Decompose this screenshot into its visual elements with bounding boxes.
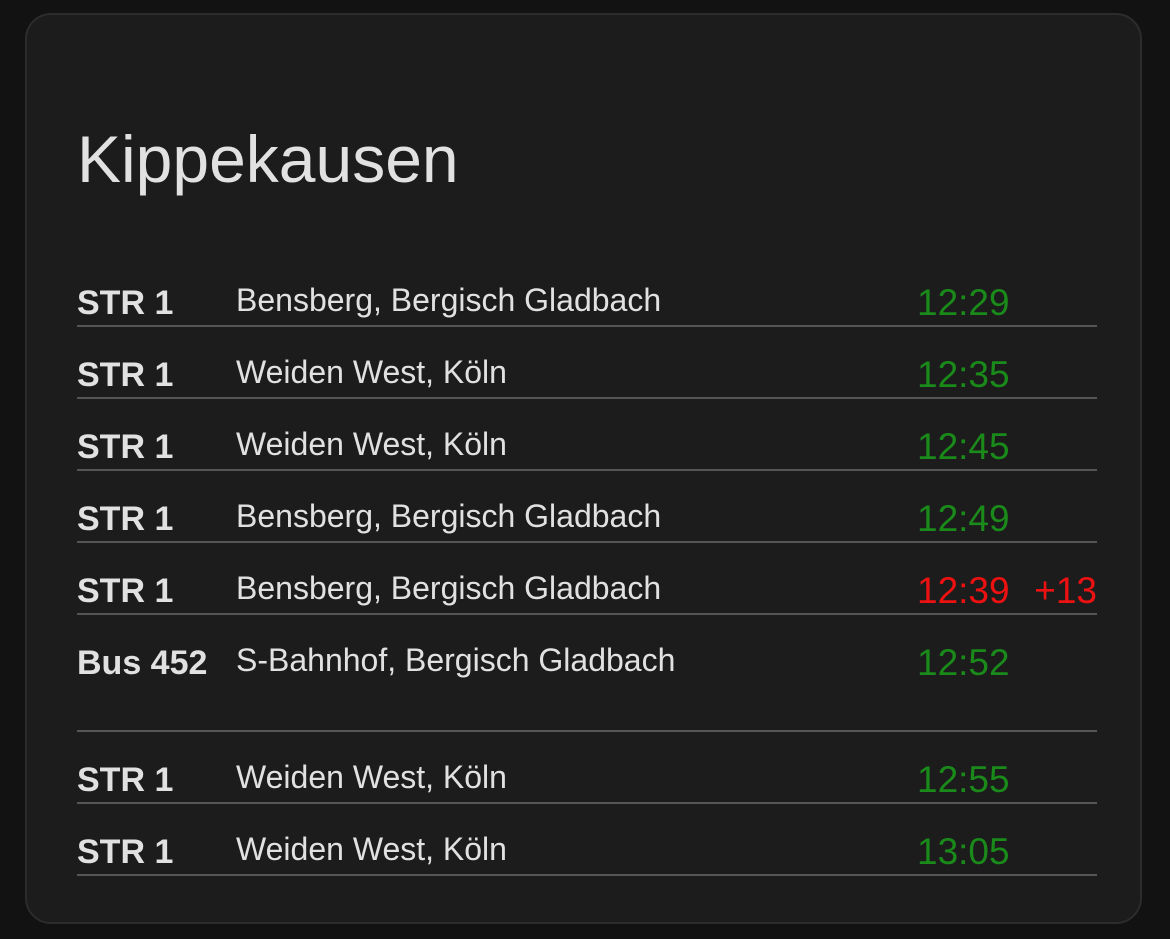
- destination: Weiden West, Köln: [236, 426, 507, 462]
- departure-row: STR 1 Weiden West, Köln 13:05: [77, 804, 1097, 876]
- destination: S-Bahnhof, Bergisch Gladbach: [236, 642, 676, 678]
- departure-time: 12:49: [917, 498, 1010, 539]
- departure-row: STR 1 Bensberg, Bergisch Gladbach 12:39 …: [77, 543, 1097, 615]
- line-name: STR 1: [77, 356, 174, 394]
- line-name: STR 1: [77, 284, 174, 322]
- departure-time: 12:45: [917, 426, 1010, 467]
- departure-row: Bus 452 S-Bahnhof, Bergisch Gladbach 12:…: [77, 615, 1097, 732]
- departure-time: 12:55: [917, 759, 1010, 800]
- departure-time: 13:05: [917, 831, 1010, 872]
- line-name: STR 1: [77, 761, 174, 799]
- destination: Weiden West, Köln: [236, 831, 507, 867]
- departure-row: STR 1 Weiden West, Köln 12:45: [77, 399, 1097, 471]
- departure-row: STR 1 Weiden West, Köln 12:35: [77, 327, 1097, 399]
- line-name: STR 1: [77, 833, 174, 871]
- departure-row: STR 1 Weiden West, Köln 12:55: [77, 732, 1097, 804]
- delay-minutes: +13: [1034, 570, 1097, 611]
- departure-time: 12:35: [917, 354, 1010, 395]
- line-name: STR 1: [77, 500, 174, 538]
- destination: Weiden West, Köln: [236, 759, 507, 795]
- departure-time: 12:29: [917, 282, 1010, 323]
- destination: Bensberg, Bergisch Gladbach: [236, 282, 662, 318]
- card-title: Kippekausen: [77, 122, 459, 196]
- line-name: Bus 452: [77, 644, 208, 682]
- destination: Bensberg, Bergisch Gladbach: [236, 570, 662, 606]
- departure-time: 12:52: [917, 642, 1010, 683]
- departures-table: STR 1 Bensberg, Bergisch Gladbach 12:29 …: [77, 255, 1097, 876]
- departure-row: STR 1 Bensberg, Bergisch Gladbach 12:49: [77, 471, 1097, 543]
- departure-row: STR 1 Bensberg, Bergisch Gladbach 12:29: [77, 255, 1097, 327]
- line-name: STR 1: [77, 572, 174, 610]
- destination: Weiden West, Köln: [236, 354, 507, 390]
- departure-time: 12:39: [917, 570, 1010, 611]
- destination: Bensberg, Bergisch Gladbach: [236, 498, 662, 534]
- departures-card: Kippekausen STR 1 Bensberg, Bergisch Gla…: [25, 13, 1142, 924]
- line-name: STR 1: [77, 428, 174, 466]
